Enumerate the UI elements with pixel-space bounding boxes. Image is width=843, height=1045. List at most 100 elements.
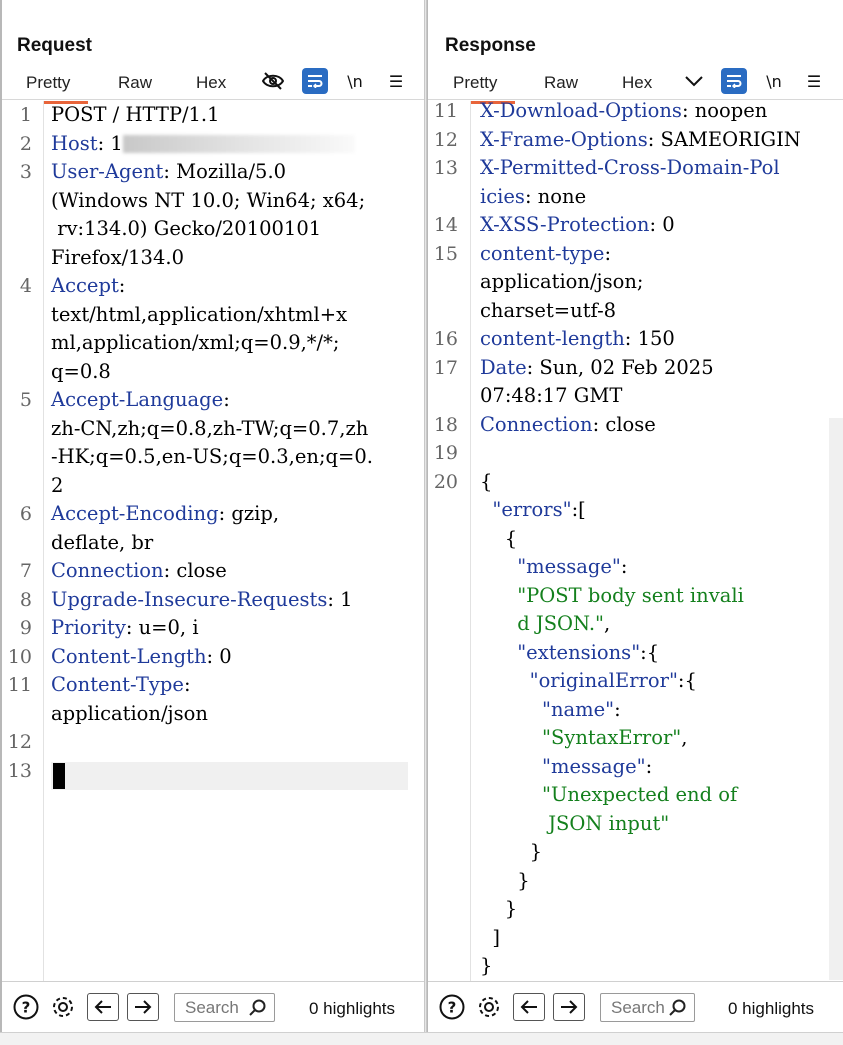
wrapped-segment: Priority: u=0, i bbox=[51, 614, 407, 643]
code-text: rv:134.0) Gecko/20100101 bbox=[51, 217, 322, 240]
line-text: content-type: application/json; charset=ut… bbox=[480, 240, 820, 326]
arrow-left-icon bbox=[94, 1000, 111, 1014]
request-search-input[interactable]: Search bbox=[174, 993, 275, 1022]
header-name: content-length bbox=[480, 327, 625, 350]
wrapped-segment: POST / HTTP/1.1 bbox=[51, 101, 407, 130]
next-button[interactable] bbox=[553, 993, 585, 1021]
request-tab-raw[interactable]: Raw bbox=[118, 73, 152, 93]
search-icon bbox=[669, 999, 687, 1021]
line-text: Connection: close bbox=[51, 557, 407, 586]
hide-headers-button[interactable] bbox=[260, 68, 286, 94]
header-name: X-Frame-Options bbox=[480, 127, 648, 151]
line-number: 4 bbox=[19, 275, 32, 297]
wrapped-segment bbox=[51, 757, 407, 786]
code-text: : 0 bbox=[206, 644, 232, 668]
response-tab-hex[interactable]: Hex bbox=[622, 73, 652, 93]
request-tab-pretty[interactable]: Pretty bbox=[11, 73, 89, 104]
line-text: Content-Length: 0 bbox=[51, 643, 407, 672]
wrapped-segment: Firefox/134.0 bbox=[51, 244, 407, 273]
response-options-dropdown[interactable] bbox=[681, 68, 707, 94]
response-title: Response bbox=[445, 35, 536, 56]
response-tab-pretty[interactable]: Pretty bbox=[438, 73, 516, 104]
code-line: 19 bbox=[428, 439, 843, 468]
response-newline-button[interactable]: \n bbox=[761, 68, 787, 94]
next-button[interactable] bbox=[127, 993, 159, 1021]
line-number: 5 bbox=[19, 389, 32, 411]
wrapped-segment: } bbox=[480, 952, 820, 981]
line-number: 13 bbox=[433, 157, 458, 179]
request-footer: ? Search 0 highlights bbox=[2, 981, 424, 1032]
code-line: 12 X-Frame-Options: SAMEORIGIN bbox=[428, 126, 843, 155]
wrapped-segment: q=0.8 bbox=[51, 358, 407, 387]
code-text: : bbox=[604, 241, 612, 265]
gear-icon bbox=[53, 997, 73, 1017]
code-text: { bbox=[480, 469, 493, 493]
request-tabbar: Pretty Raw Hex \n ☰ bbox=[2, 64, 424, 104]
code-text: , bbox=[604, 612, 611, 635]
settings-button[interactable] bbox=[473, 992, 505, 1022]
request-editor[interactable]: 1 POST / HTTP/1.1 2 Host: 1 3 User-Agent: Moz… bbox=[2, 101, 424, 981]
help-button[interactable]: ? bbox=[436, 992, 468, 1022]
eye-off-icon bbox=[262, 72, 284, 90]
response-scrollbar[interactable] bbox=[829, 418, 843, 980]
line-text: { "errors":[ { "message": "POST body sen… bbox=[480, 468, 820, 981]
code-text: : noopen bbox=[681, 101, 768, 122]
line-text: Date: Sun, 02 Feb 2025 07:48:17 GMT bbox=[480, 354, 820, 411]
line-text: Upgrade-Insecure-Requests: 1 bbox=[51, 586, 407, 615]
previous-button[interactable] bbox=[513, 993, 545, 1021]
line-number: 7 bbox=[19, 560, 32, 582]
settings-button[interactable] bbox=[47, 992, 79, 1022]
response-lines: 11 X-Download-Options: noopen 12 X-Frame-Op… bbox=[428, 101, 843, 981]
previous-button[interactable] bbox=[87, 993, 119, 1021]
line-number: 1 bbox=[19, 104, 32, 126]
wrapped-segment: "SyntaxError", bbox=[480, 724, 820, 753]
code-text: zh-CN,zh;q=0.8,zh-TW;q=0.7,zh bbox=[51, 416, 369, 440]
code-text: q=0.8 bbox=[51, 359, 111, 383]
wrapped-segment: X-Download-Options: noopen bbox=[480, 101, 820, 126]
code-text: : bbox=[183, 673, 191, 696]
request-menu-button[interactable]: ☰ bbox=[383, 68, 409, 94]
header-name: icies bbox=[480, 184, 525, 208]
wrapped-segment: "message": bbox=[480, 553, 820, 582]
line-number: 11 bbox=[433, 101, 458, 122]
line-text: X-XSS-Protection: 0 bbox=[480, 211, 820, 240]
wrapped-segment: X-XSS-Protection: 0 bbox=[480, 211, 820, 240]
line-number: 12 bbox=[433, 128, 458, 151]
wrapped-segment: X-Permitted-Cross-Domain-Pol bbox=[480, 154, 820, 183]
header-name: X-XSS-Protection bbox=[480, 213, 650, 236]
wrapped-segment: 2 bbox=[51, 472, 407, 501]
header-name: content-type bbox=[480, 241, 605, 265]
response-footer: ? Search 0 highlights bbox=[428, 981, 843, 1032]
request-newline-button[interactable]: \n bbox=[342, 68, 368, 94]
request-tab-hex[interactable]: Hex bbox=[196, 73, 226, 93]
response-editor[interactable]: 11 X-Download-Options: noopen 12 X-Frame-Op… bbox=[428, 101, 843, 981]
wrapped-segment: "name": bbox=[480, 696, 820, 725]
json-string: "SyntaxError" bbox=[542, 726, 682, 749]
request-wrap-button[interactable] bbox=[302, 68, 328, 94]
code-line: 17 Date: Sun, 02 Feb 2025 07:48:17 GMT bbox=[428, 354, 843, 411]
code-line: 13 X-Permitted-Cross-Domain-Pol icies: non… bbox=[428, 154, 843, 211]
wrapped-segment: } bbox=[480, 838, 820, 867]
header-name: X-Permitted-Cross-Domain-Pol bbox=[480, 156, 780, 179]
code-line: 13 bbox=[2, 757, 424, 786]
code-line: 2 Host: 1 bbox=[2, 130, 424, 159]
header-name: Accept-Encoding bbox=[51, 502, 219, 525]
wrapped-segment: rv:134.0) Gecko/20100101 bbox=[51, 215, 407, 244]
response-tab-raw[interactable]: Raw bbox=[544, 73, 578, 93]
code-text: : 1 bbox=[327, 587, 353, 611]
line-text: Priority: u=0, i bbox=[51, 614, 407, 643]
line-text: X-Download-Options: noopen bbox=[480, 101, 820, 126]
wrapped-segment: "extensions":{ bbox=[480, 639, 820, 668]
help-button[interactable]: ? bbox=[10, 992, 42, 1022]
code-line: 6 Accept-Encoding: gzip, deflate, br bbox=[2, 500, 424, 557]
line-number: 17 bbox=[433, 356, 458, 379]
header-name: Priority bbox=[51, 616, 126, 639]
response-search-input[interactable]: Search bbox=[600, 993, 695, 1022]
code-text: ] bbox=[480, 925, 501, 949]
response-menu-button[interactable]: ☰ bbox=[801, 68, 827, 94]
response-wrap-button[interactable] bbox=[721, 68, 747, 94]
json-string: JSON input" bbox=[548, 811, 670, 835]
wrapped-segment: deflate, br bbox=[51, 529, 407, 558]
arrow-right-icon bbox=[135, 1000, 152, 1014]
